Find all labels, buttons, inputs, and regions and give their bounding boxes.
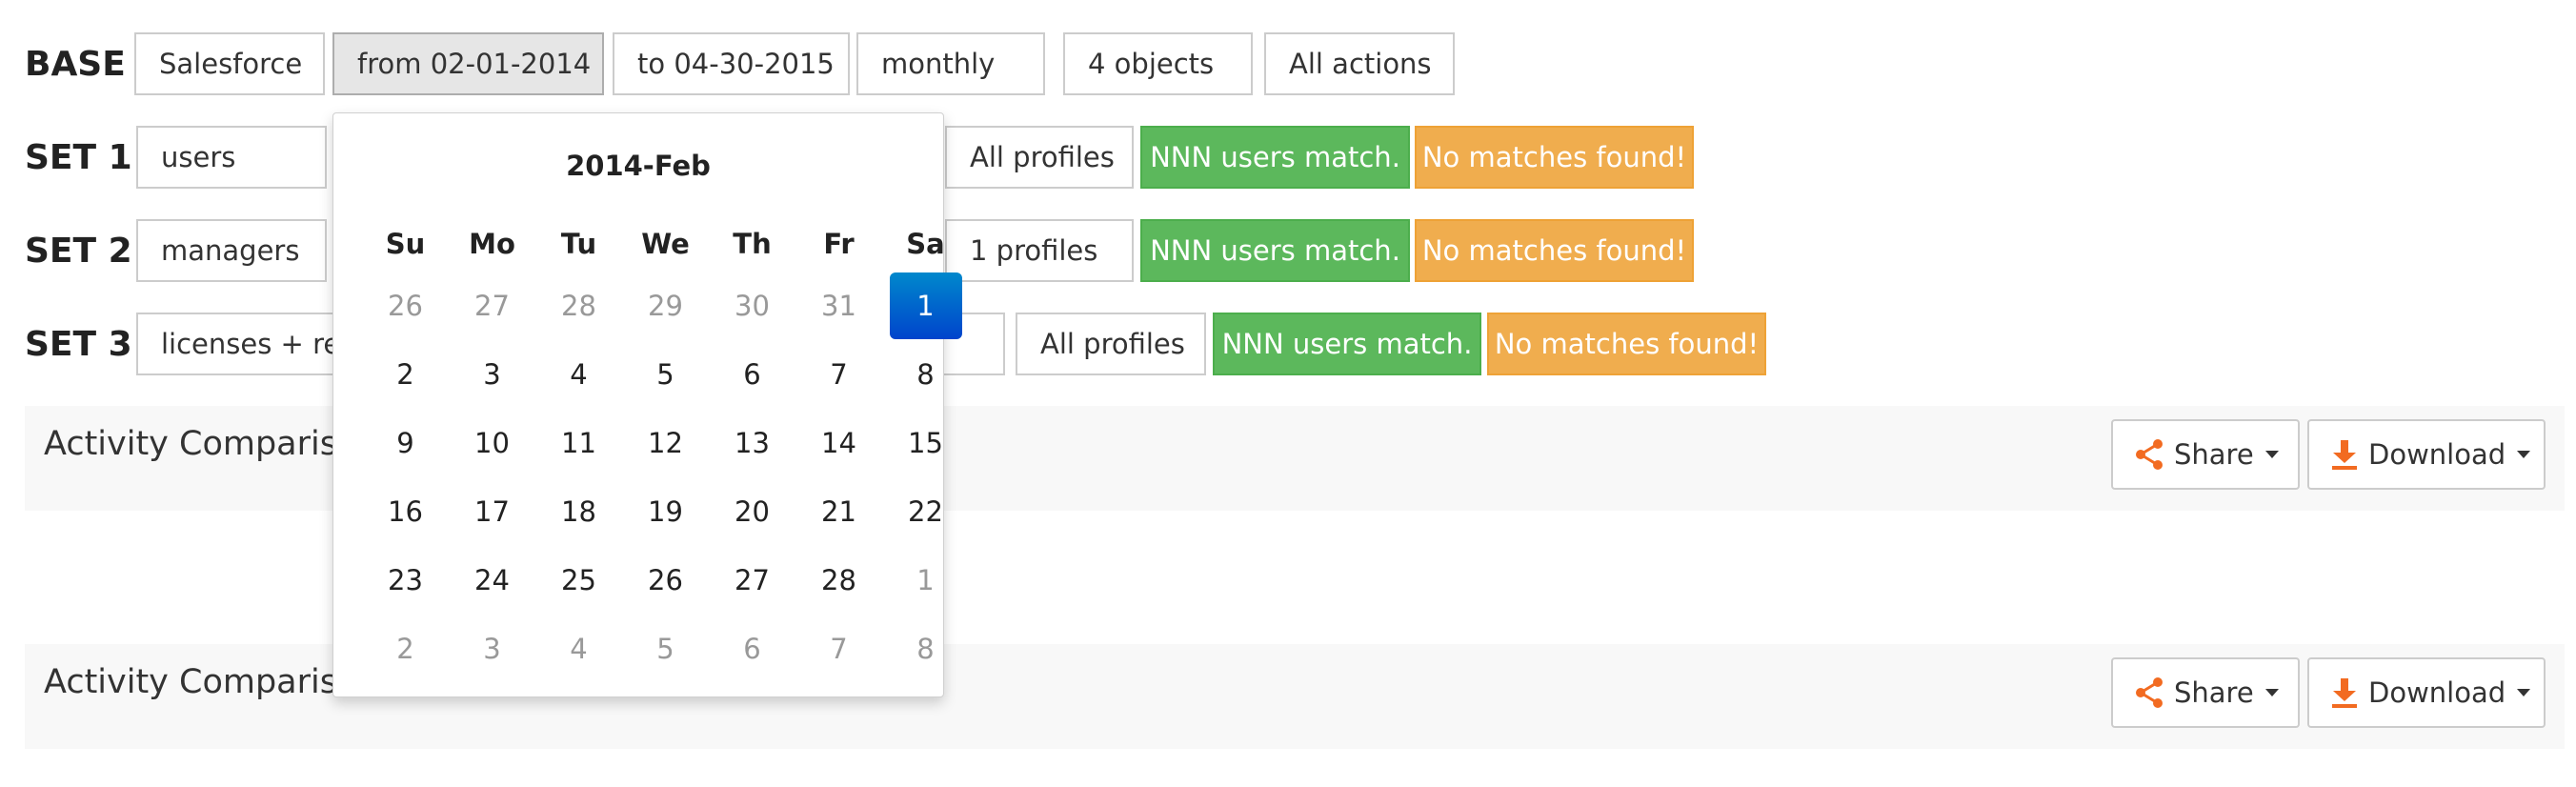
calendar-day[interactable]: 13: [709, 409, 795, 477]
chevron-down-icon: [2517, 689, 2531, 696]
calendar-day-selected[interactable]: 1: [882, 272, 969, 340]
calendar-day[interactable]: 8: [882, 340, 969, 409]
date-picker-title[interactable]: 2014-Feb: [333, 150, 943, 182]
set1-nomatch-badge[interactable]: No matches found!: [1415, 126, 1694, 189]
date-picker-grid: Su Mo Tu We Th Fr Sa 26 27 28 29 30 31 1 2 3 4 5 6 7 8 9 10 11 1…: [362, 216, 969, 683]
set2-group-select[interactable]: managers: [136, 219, 327, 282]
share-button[interactable]: Share: [2111, 657, 2300, 728]
weekday-label: Sa: [906, 228, 945, 260]
set2-profiles-select[interactable]: 1 profiles: [945, 219, 1134, 282]
weekday-header-row: Su Mo Tu We Th Fr Sa: [362, 216, 969, 272]
calendar-day[interactable]: 25: [535, 546, 622, 615]
calendar-day[interactable]: 4: [535, 615, 622, 683]
calendar-week-row: 26 27 28 29 30 31 1: [362, 272, 969, 340]
download-icon: [2332, 440, 2357, 470]
set1-group-select[interactable]: users: [136, 126, 327, 189]
calendar-day[interactable]: 2: [362, 340, 449, 409]
date-to-button[interactable]: to 04-30-2015: [613, 32, 850, 95]
download-label: Download: [2368, 438, 2506, 471]
panel-title: Activity Comparison: [44, 425, 379, 463]
interval-select[interactable]: monthly: [856, 32, 1045, 95]
calendar-day[interactable]: 26: [362, 272, 449, 340]
calendar-day[interactable]: 19: [622, 477, 709, 546]
calendar-day[interactable]: 31: [795, 272, 882, 340]
calendar-day[interactable]: 1: [882, 546, 969, 615]
calendar-day[interactable]: 22: [882, 477, 969, 546]
calendar-week-row: 9 10 11 12 13 14 15: [362, 409, 969, 477]
share-button[interactable]: Share: [2111, 419, 2300, 490]
weekday-label: Tu: [560, 228, 597, 260]
share-label: Share: [2174, 676, 2254, 709]
download-button[interactable]: Download: [2307, 657, 2546, 728]
set2-row-label: SET 2: [25, 232, 132, 271]
base-row-label: BASE: [25, 45, 126, 84]
calendar-day[interactable]: 30: [709, 272, 795, 340]
chevron-down-icon: [2264, 689, 2279, 696]
calendar-day[interactable]: 8: [882, 615, 969, 683]
panel-title: Activity Comparison: [44, 663, 379, 701]
download-label: Download: [2368, 676, 2506, 709]
calendar-day[interactable]: 11: [535, 409, 622, 477]
calendar-week-row: 2345678: [362, 615, 969, 683]
weekday-label: Su: [385, 228, 426, 260]
share-icon: [2136, 677, 2163, 708]
calendar-day[interactable]: 5: [622, 340, 709, 409]
calendar-day[interactable]: 29: [622, 272, 709, 340]
calendar-day[interactable]: 9: [362, 409, 449, 477]
calendar-day[interactable]: 17: [449, 477, 535, 546]
weekday-label: Mo: [469, 228, 515, 260]
set3-nomatch-badge[interactable]: No matches found!: [1487, 313, 1766, 375]
calendar-day[interactable]: 7: [795, 615, 882, 683]
calendar-day[interactable]: 27: [709, 546, 795, 615]
calendar-day[interactable]: 26: [622, 546, 709, 615]
calendar-day[interactable]: 24: [449, 546, 535, 615]
calendar-day[interactable]: 3: [449, 615, 535, 683]
source-select[interactable]: Salesforce: [134, 32, 325, 95]
set1-match-badge[interactable]: NNN users match.: [1140, 126, 1410, 189]
calendar-day[interactable]: 6: [709, 340, 795, 409]
actions-select[interactable]: All actions: [1264, 32, 1455, 95]
share-label: Share: [2174, 438, 2254, 471]
calendar-day[interactable]: 4: [535, 340, 622, 409]
download-button[interactable]: Download: [2307, 419, 2546, 490]
date-from-button[interactable]: from 02-01-2014: [332, 32, 604, 95]
set3-row-label: SET 3: [25, 325, 132, 364]
calendar-day[interactable]: 20: [709, 477, 795, 546]
set3-profiles-select[interactable]: All profiles: [1016, 313, 1206, 375]
download-icon: [2332, 678, 2357, 708]
calendar-day[interactable]: 3: [449, 340, 535, 409]
calendar-day[interactable]: 28: [795, 546, 882, 615]
calendar-day[interactable]: 14: [795, 409, 882, 477]
set1-profiles-select[interactable]: All profiles: [945, 126, 1134, 189]
calendar-week-row: 16 17 18 19 20 21 22: [362, 477, 969, 546]
set2-match-badge[interactable]: NNN users match.: [1140, 219, 1410, 282]
chevron-down-icon: [2517, 451, 2531, 458]
calendar-day[interactable]: 6: [709, 615, 795, 683]
calendar-day[interactable]: 28: [535, 272, 622, 340]
set3-match-badge[interactable]: NNN users match.: [1213, 313, 1481, 375]
share-icon: [2136, 439, 2163, 470]
calendar-day[interactable]: 16: [362, 477, 449, 546]
calendar-day[interactable]: 27: [449, 272, 535, 340]
weekday-label: We: [641, 228, 690, 260]
weekday-label: Fr: [823, 228, 855, 260]
date-picker-popup: 2014-Feb Su Mo Tu We Th Fr Sa 26 27 28 29 30 31 1 2 3 4 5…: [332, 112, 962, 697]
calendar-day[interactable]: 10: [449, 409, 535, 477]
calendar-day[interactable]: 2: [362, 615, 449, 683]
calendar-week-row: 23 24 25 26 27 28 1: [362, 546, 969, 615]
calendar-day[interactable]: 12: [622, 409, 709, 477]
calendar-day[interactable]: 7: [795, 340, 882, 409]
calendar-week-row: 2345678: [362, 340, 969, 409]
calendar-day[interactable]: 15: [882, 409, 969, 477]
calendar-day[interactable]: 5: [622, 615, 709, 683]
chevron-down-icon: [2264, 451, 2279, 458]
calendar-day[interactable]: 23: [362, 546, 449, 615]
weekday-label: Th: [733, 228, 772, 260]
calendar-day[interactable]: 21: [795, 477, 882, 546]
calendar-day[interactable]: 18: [535, 477, 622, 546]
set1-row-label: SET 1: [25, 138, 132, 177]
set2-nomatch-badge[interactable]: No matches found!: [1415, 219, 1694, 282]
objects-select[interactable]: 4 objects: [1063, 32, 1253, 95]
